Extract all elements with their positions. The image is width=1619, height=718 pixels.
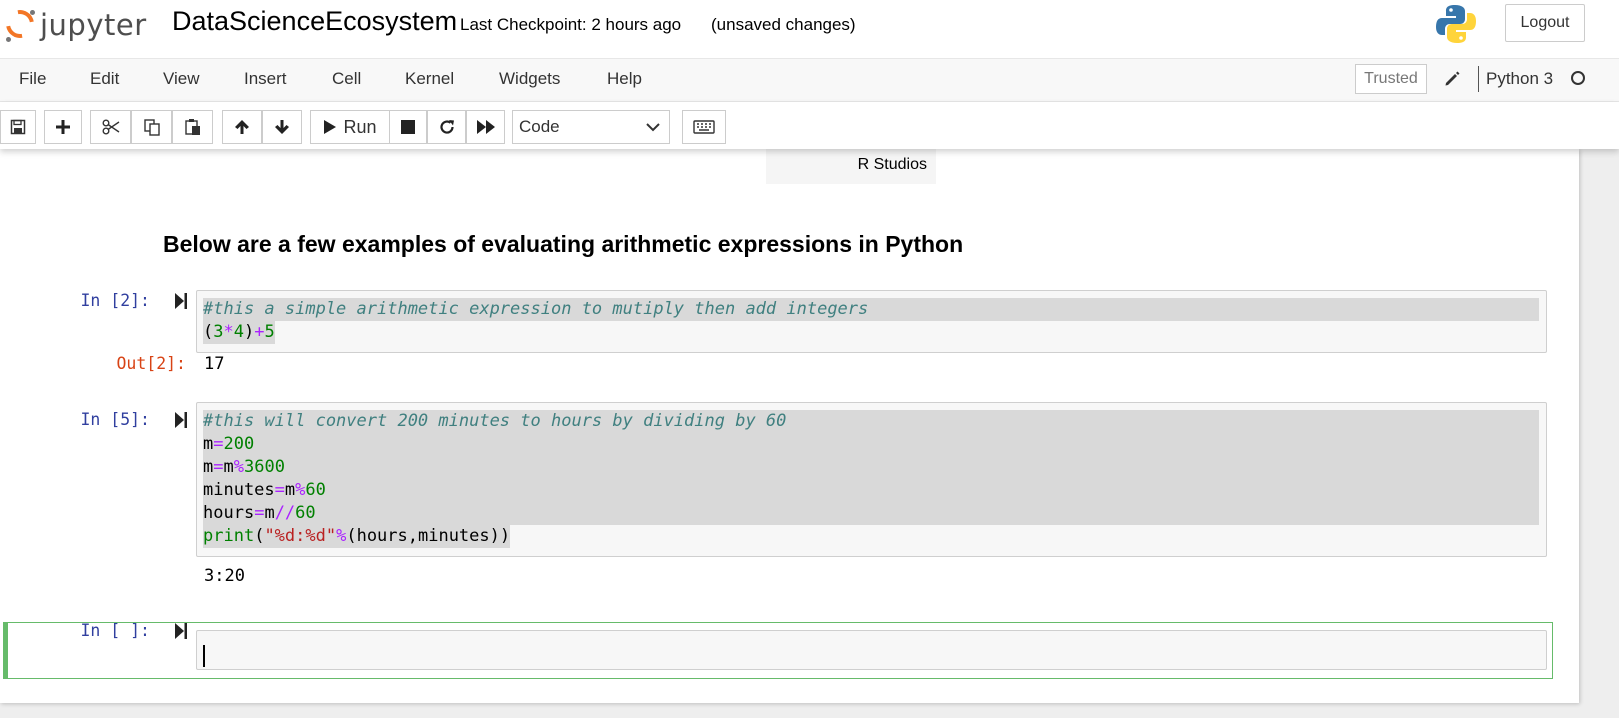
notebook-title[interactable]: DataScienceEcosystem	[172, 6, 457, 37]
run-cell-icon[interactable]	[174, 292, 188, 310]
save-button[interactable]	[0, 110, 36, 144]
python-logo-icon	[1436, 5, 1476, 43]
menu-file[interactable]: File	[19, 69, 46, 89]
trusted-indicator[interactable]: Trusted	[1355, 64, 1427, 94]
stop-icon	[401, 120, 415, 134]
code-line: (3*4)+5	[203, 321, 275, 344]
move-down-button[interactable]	[262, 110, 302, 144]
menu-kernel[interactable]: Kernel	[405, 69, 454, 89]
restart-icon	[439, 120, 454, 134]
chevron-down-icon	[646, 123, 660, 132]
code-line: #this a simple arithmetic expression to …	[203, 298, 1539, 321]
cut-button[interactable]	[90, 110, 131, 144]
header: jupyter DataScienceEcosystem Last Checkp…	[0, 0, 1619, 59]
pencil-icon[interactable]	[1443, 70, 1461, 88]
input-prompt: In [2]:	[80, 291, 150, 310]
markdown-table-row: R Studios	[766, 149, 936, 184]
move-up-button[interactable]	[222, 110, 262, 144]
code-line: minutes=m%60	[203, 480, 326, 500]
plus-icon	[56, 120, 70, 134]
cell-type-value: Code	[519, 117, 560, 136]
save-icon	[10, 119, 26, 135]
restart-button[interactable]	[427, 110, 466, 144]
notebook-container: R Studios Below are a few examples of ev…	[0, 149, 1579, 703]
code-line: m=200	[203, 434, 255, 454]
interrupt-button[interactable]	[389, 110, 427, 144]
run-icon	[324, 120, 337, 134]
cell-output: 3:20	[204, 566, 245, 586]
cell-output: 17	[204, 354, 225, 374]
arrow-up-icon	[235, 120, 249, 134]
autosave-status: (unsaved changes)	[711, 15, 856, 34]
kernel-separator	[1478, 66, 1479, 92]
cut-icon	[102, 119, 119, 135]
output-prompt: Out[2]:	[116, 354, 186, 373]
paste-button[interactable]	[172, 110, 213, 144]
menu-cell[interactable]: Cell	[332, 69, 361, 89]
code-cell-input[interactable]: #this a simple arithmetic expression to …	[196, 290, 1547, 353]
copy-button[interactable]	[131, 110, 172, 144]
run-cell-icon[interactable]	[174, 622, 188, 640]
menu-edit[interactable]: Edit	[90, 69, 119, 89]
logout-button[interactable]: Logout	[1505, 4, 1585, 42]
checkpoint-status: Last Checkpoint: 2 hours ago	[460, 15, 682, 34]
run-button[interactable]: Run	[310, 110, 390, 144]
code-cell-input[interactable]: #this will convert 200 minutes to hours …	[196, 402, 1547, 557]
kernel-idle-icon	[1571, 71, 1585, 85]
code-line: #this will convert 200 minutes to hours …	[203, 411, 787, 431]
input-prompt: In [5]:	[80, 410, 150, 429]
insert-cell-button[interactable]	[44, 110, 82, 144]
menu-view[interactable]: View	[163, 69, 200, 89]
menu-widgets[interactable]: Widgets	[499, 69, 560, 89]
run-label: Run	[343, 116, 377, 137]
cell-type-select[interactable]: Code	[512, 110, 670, 144]
text-cursor	[203, 645, 205, 667]
code-cell-input[interactable]	[196, 630, 1547, 670]
toolbar: Run Code	[0, 102, 1619, 149]
fast-forward-icon	[476, 120, 495, 134]
restart-run-all-button[interactable]	[466, 110, 505, 144]
markdown-heading: Below are a few examples of evaluating a…	[163, 231, 964, 257]
menu-insert[interactable]: Insert	[244, 69, 287, 89]
code-line: hours=m//60	[203, 503, 316, 523]
run-cell-icon[interactable]	[174, 411, 188, 429]
code-line: print("%d:%d"%(hours,minutes))	[203, 525, 511, 548]
input-prompt: In [ ]:	[80, 621, 150, 640]
menubar: File Edit View Insert Cell Kernel Widget…	[0, 59, 1619, 102]
keyboard-icon	[693, 120, 715, 134]
menu-help[interactable]: Help	[607, 69, 642, 89]
logo-text: jupyter	[40, 8, 147, 42]
arrow-down-icon	[275, 120, 289, 134]
paste-icon	[184, 119, 200, 135]
logo-dot	[6, 37, 11, 42]
kernel-name[interactable]: Python 3	[1486, 69, 1553, 89]
command-palette-button[interactable]	[682, 110, 726, 144]
copy-icon	[143, 119, 160, 136]
code-line: m=m%3600	[203, 457, 285, 477]
table-cell: R Studios	[857, 156, 927, 173]
jupyter-logo[interactable]: jupyter	[0, 4, 154, 46]
logo-dot	[30, 10, 35, 15]
